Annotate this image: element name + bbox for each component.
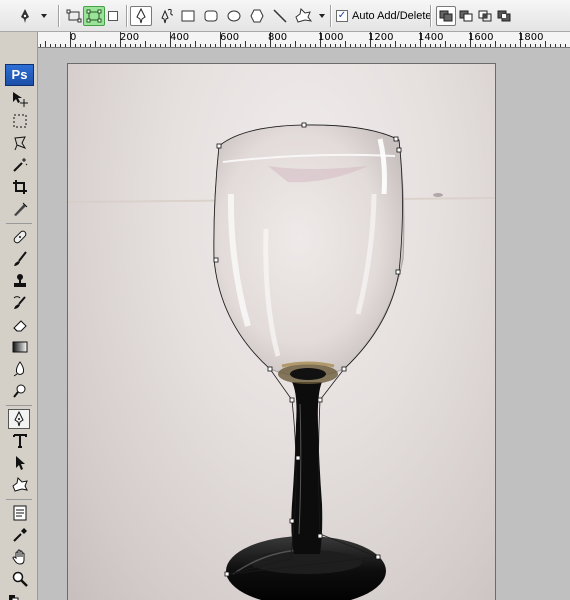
add-to-shape-area-icon[interactable] [436,6,456,26]
eyedropper-tool-icon[interactable] [9,525,31,545]
document-canvas[interactable] [67,63,496,600]
type-tool-icon[interactable] [9,431,31,451]
ruler-label: 1200 [368,32,394,43]
canvas-area[interactable] [39,49,570,600]
auto-add-delete-option[interactable]: ✓ Auto Add/Delete [336,8,432,24]
shape-layers-mode-icon[interactable] [64,6,84,26]
polygon-shape-icon[interactable] [247,6,267,26]
subtract-from-shape-area-icon[interactable] [457,6,475,26]
lasso-tool-icon[interactable] [9,133,31,153]
ruler-label: 400 [170,32,190,43]
auto-add-delete-checkbox[interactable]: ✓ [336,10,348,22]
photoshop-logo[interactable]: Ps [5,64,34,86]
freeform-pen-option-icon[interactable] [155,6,177,26]
notes-tool-icon[interactable] [9,503,31,523]
hand-tool-icon[interactable] [9,547,31,567]
gradient-tool-icon[interactable] [9,337,31,357]
intersect-shape-areas-icon[interactable] [476,6,494,26]
photoshop-window: ✓ Auto Add/Delete » 200 0 200 400 600 80… [0,0,570,600]
ruler-label: 1600 [468,32,494,43]
tool-preset-dropdown-icon[interactable] [38,6,50,26]
history-brush-tool-icon[interactable] [9,293,31,313]
rectangular-marquee-tool-icon[interactable] [9,111,31,131]
ruler-label: 1800 [518,32,544,43]
ruler-label: 1400 [418,32,444,43]
custom-shape-tool-icon[interactable] [9,475,31,495]
brush-tool-icon[interactable] [9,249,31,269]
options-bar: ✓ Auto Add/Delete [0,0,570,32]
ruler-label: 200 [120,32,140,43]
ruler-label: 1000 [318,32,344,43]
line-shape-icon[interactable] [270,6,290,26]
blur-tool-icon[interactable] [9,359,31,379]
eraser-tool-icon[interactable] [9,315,31,335]
magic-wand-tool-icon[interactable] [9,155,31,175]
rectangle-shape-icon[interactable] [178,6,198,26]
pen-tool-preset-icon[interactable] [14,6,36,26]
default-colors-icon[interactable] [4,589,26,600]
crop-tool-icon[interactable] [9,177,31,197]
ruler-label: 600 [220,32,240,43]
exclude-overlapping-shape-areas-icon[interactable] [495,6,513,26]
paths-mode-icon[interactable] [83,6,105,26]
pen-tool-option-icon[interactable] [130,6,152,26]
dodge-tool-icon[interactable] [9,381,31,401]
clone-stamp-tool-icon[interactable] [9,271,31,291]
path-selection-tool-icon[interactable] [9,453,31,473]
glass-bowl [213,124,405,377]
move-tool-icon[interactable] [9,89,31,109]
horizontal-ruler[interactable]: 200 0 200 400 600 800 1000 1200 1400 160… [38,32,570,48]
pen-tool-icon[interactable] [8,409,30,429]
tools-panel: Ps [0,32,38,600]
slice-tool-icon[interactable] [9,199,31,219]
auto-add-delete-label: Auto Add/Delete [352,10,432,22]
spot-healing-brush-tool-icon[interactable] [9,227,31,247]
rounded-rectangle-shape-icon[interactable] [201,6,221,26]
ruler-label: 800 [268,32,288,43]
custom-shape-dropdown-icon[interactable] [316,6,328,26]
ruler-label: 0 [70,32,77,43]
zoom-tool-icon[interactable] [9,569,31,589]
ellipse-shape-icon[interactable] [224,6,244,26]
custom-shape-icon[interactable] [292,6,314,26]
wine-glass-image [68,122,495,600]
fill-pixels-mode-icon[interactable] [106,6,120,26]
